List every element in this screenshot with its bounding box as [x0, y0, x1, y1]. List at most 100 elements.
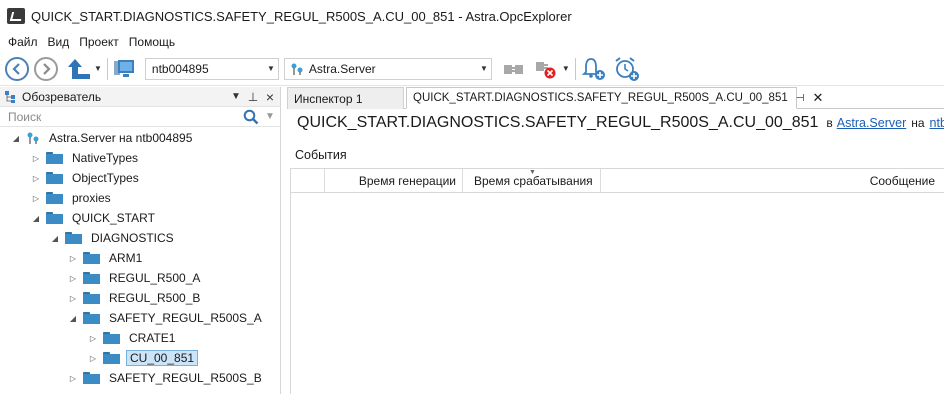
tree-node[interactable]: ▷ SAFETY_REGUL_R500S_B	[67, 368, 265, 388]
menu-help[interactable]: Помощь	[124, 35, 180, 49]
chevron-down-icon: ▼	[266, 64, 275, 73]
disconnect-dropdown-arrow-icon[interactable]: ▼	[562, 64, 570, 73]
disconnect-plug-icon	[535, 61, 556, 78]
tree-node[interactable]: ◢ DIAGNOSTICS	[49, 228, 177, 248]
collapsed-arrow-icon[interactable]: ▷	[87, 354, 99, 363]
folder-icon	[103, 332, 120, 344]
network-button[interactable]	[113, 59, 135, 79]
disconnect-button[interactable]	[534, 58, 560, 80]
host-link[interactable]: ntb004895	[930, 116, 944, 130]
folder-icon	[83, 312, 100, 324]
folder-icon	[83, 252, 100, 264]
pane-menu-icon[interactable]: ▼	[229, 91, 243, 102]
tree-node-label: DIAGNOSTICS	[91, 231, 174, 245]
toolbar-separator	[106, 57, 108, 80]
tree-node-label: ObjectTypes	[72, 171, 139, 185]
search-options-arrow-icon[interactable]: ▼	[263, 111, 277, 122]
tree-node-label: NativeTypes	[72, 151, 139, 165]
document-tabs: Инспектор 1 QUICK_START.DIAGNOSTICS.SAFE…	[287, 87, 944, 109]
tree-node-label: QUICK_START	[72, 211, 155, 225]
tree-node-label: proxies	[72, 191, 111, 205]
tree-node[interactable]: ◢ Astra.Server на ntb004895	[10, 128, 195, 148]
document-title: QUICK_START.DIAGNOSTICS.SAFETY_REGUL_R50…	[297, 114, 819, 131]
explorer-title: Обозреватель	[22, 89, 102, 104]
explorer-search: ▼	[0, 107, 280, 127]
menu-project[interactable]: Проект	[74, 35, 124, 49]
tab-inspector-1[interactable]: Инспектор 1	[287, 87, 404, 109]
back-button[interactable]	[5, 56, 29, 81]
chevron-down-icon: ▼	[479, 64, 488, 73]
alarm-clock-icon	[615, 56, 639, 81]
folder-icon	[46, 192, 63, 204]
up-button[interactable]	[66, 57, 92, 81]
alarm-bell-icon	[581, 57, 605, 80]
collapsed-arrow-icon[interactable]: ▷	[30, 174, 42, 183]
tree-node[interactable]: ▷ CRATE1	[87, 328, 178, 348]
expanded-arrow-icon[interactable]: ◢	[67, 314, 79, 323]
menu-bar: Файл Вид Проект Помощь	[0, 32, 944, 52]
scheduled-alarms-button[interactable]	[613, 56, 641, 82]
folder-icon	[83, 272, 100, 284]
pin-icon[interactable]: ⊥	[246, 90, 260, 104]
folder-icon	[103, 352, 120, 364]
folder-icon	[83, 292, 100, 304]
tree-node[interactable]: ▷ ObjectTypes	[30, 168, 142, 188]
on-word: на	[911, 116, 925, 130]
tree-node[interactable]: ◢ QUICK_START	[30, 208, 158, 228]
column-generation-time[interactable]: Время генерации	[325, 169, 463, 192]
in-word: в	[826, 116, 833, 130]
events-grid: Время генерации Время срабатывания ▼ Соо…	[290, 168, 944, 394]
column-label: Сообщение	[869, 173, 935, 188]
tree-node-label: CU_00_851	[126, 350, 199, 366]
toolbar-separator	[574, 57, 576, 80]
search-input[interactable]	[0, 107, 243, 126]
tree-node[interactable]: ▷ ARM1	[67, 248, 145, 268]
menu-view[interactable]: Вид	[43, 35, 75, 49]
collapsed-arrow-icon[interactable]: ▷	[67, 374, 79, 383]
connect-button[interactable]	[502, 59, 526, 79]
host-combo[interactable]: ntb004895 ▼	[144, 57, 279, 80]
explorer-header: Обозреватель ▼ ⊥ ×	[0, 87, 280, 107]
explorer-tree-icon	[5, 90, 15, 103]
collapsed-arrow-icon[interactable]: ▷	[87, 334, 99, 343]
close-icon[interactable]: ×	[263, 89, 277, 105]
tab-label: Инспектор 1	[294, 91, 363, 106]
tree-node[interactable]: ◢ SAFETY_REGUL_R500S_A	[67, 308, 265, 328]
search-icon[interactable]	[243, 109, 259, 125]
events-label: События	[295, 148, 347, 162]
tree-node[interactable]: ▷ proxies	[30, 188, 114, 208]
tree-node-label: SAFETY_REGUL_R500S_B	[109, 371, 262, 385]
tree-node-label: ARM1	[109, 251, 143, 265]
forward-button[interactable]	[34, 56, 58, 81]
sort-indicator-icon: ▼	[529, 169, 536, 176]
collapsed-arrow-icon[interactable]: ▷	[30, 154, 42, 163]
up-dropdown-arrow-icon[interactable]: ▼	[94, 64, 102, 73]
grid-header: Время генерации Время срабатывания ▼ Соо…	[291, 169, 944, 193]
expanded-arrow-icon[interactable]: ◢	[30, 214, 42, 223]
column-message[interactable]: Сообщение	[601, 169, 944, 192]
tree-node[interactable]: ▷ REGUL_R500_B	[67, 288, 203, 308]
server-icon	[291, 63, 303, 75]
collapsed-arrow-icon[interactable]: ▷	[67, 274, 79, 283]
collapsed-arrow-icon[interactable]: ▷	[67, 294, 79, 303]
collapsed-arrow-icon[interactable]: ▷	[30, 194, 42, 203]
network-icon	[113, 59, 134, 77]
menu-file[interactable]: Файл	[3, 35, 43, 49]
title-bar: QUICK_START.DIAGNOSTICS.SAFETY_REGUL_R50…	[0, 0, 944, 32]
tab-close-icon[interactable]: ✕	[812, 90, 823, 106]
expanded-arrow-icon[interactable]: ◢	[49, 234, 61, 243]
tab-pin-icon[interactable]: ⊣	[796, 93, 805, 104]
alarms-button[interactable]	[581, 57, 607, 81]
up-arrow-icon	[68, 58, 90, 79]
toolbar: ▼ ntb004895 ▼ Astra.Server ▼ ▼	[0, 52, 944, 86]
expanded-arrow-icon[interactable]: ◢	[10, 134, 22, 143]
document-header: QUICK_START.DIAGNOSTICS.SAFETY_REGUL_R50…	[297, 114, 944, 136]
tab-cu-00-851[interactable]: QUICK_START.DIAGNOSTICS.SAFETY_REGUL_R50…	[406, 87, 823, 109]
tree-node[interactable]: ▷ NativeTypes	[30, 148, 141, 168]
tree-node[interactable]: ▷ CU_00_851	[87, 348, 199, 368]
server-combo[interactable]: Astra.Server ▼	[283, 57, 492, 80]
collapsed-arrow-icon[interactable]: ▷	[67, 254, 79, 263]
tree-node[interactable]: ▷ REGUL_R500_A	[67, 268, 203, 288]
server-link[interactable]: Astra.Server	[837, 116, 906, 130]
column-indicator	[291, 169, 325, 192]
